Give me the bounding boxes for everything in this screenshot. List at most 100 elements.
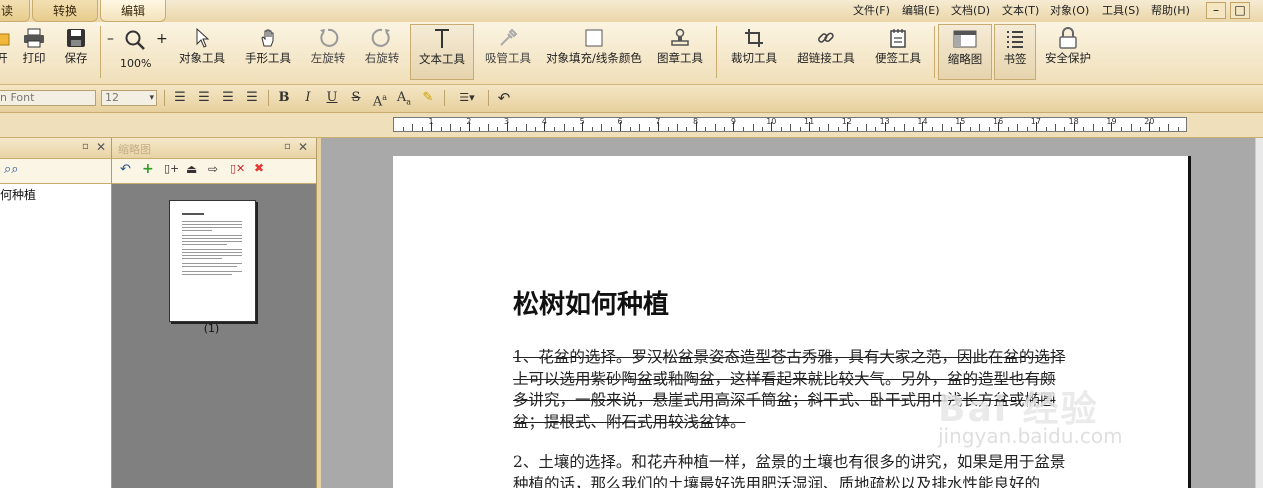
note-tool-label: 便签工具 xyxy=(875,51,921,65)
undo-icon[interactable]: ↶ xyxy=(494,89,514,107)
align-left-icon[interactable]: ☰ xyxy=(170,89,190,107)
menu-tools[interactable]: 工具(S) xyxy=(1102,0,1140,22)
ruler-minor-tick xyxy=(1158,127,1160,131)
export-page-icon[interactable]: ⇨ xyxy=(208,162,218,176)
ruler-minor-tick xyxy=(1017,124,1019,131)
rotate-right-label: 右旋转 xyxy=(364,51,400,65)
paragraph-spacing-icon[interactable]: ☰▾ xyxy=(452,89,482,107)
align-center-icon[interactable]: ☰ xyxy=(194,89,214,107)
open-button[interactable]: 开 xyxy=(0,24,12,80)
ruler-minor-tick xyxy=(1007,127,1009,131)
folder-icon xyxy=(0,24,12,52)
stamp-tool-button[interactable]: 图章工具 xyxy=(652,24,708,80)
ruler-minor-tick xyxy=(525,124,527,131)
link-icon xyxy=(792,24,860,52)
security-button[interactable]: 安全保护 xyxy=(1040,24,1096,80)
eyedropper-icon xyxy=(480,24,536,52)
highlighter-icon[interactable]: ✎ xyxy=(418,89,438,107)
delete-page-icon[interactable]: ✖ xyxy=(254,161,264,175)
print-button[interactable]: 打印 xyxy=(16,24,52,80)
ruler-tick-label: 14 xyxy=(917,117,928,126)
list-icon xyxy=(995,25,1035,53)
ruler-minor-tick xyxy=(412,124,414,131)
crop-tool-button[interactable]: 裁切工具 xyxy=(726,24,782,80)
menu-edit[interactable]: 编辑(E) xyxy=(902,0,940,22)
ruler-minor-tick xyxy=(639,124,641,131)
eyedropper-button[interactable]: 吸管工具 xyxy=(480,24,536,80)
strikethrough-icon[interactable]: S xyxy=(346,89,366,107)
rotate-left-button[interactable]: 左旋转 xyxy=(304,24,352,80)
tab-edit[interactable]: 编辑 xyxy=(100,0,166,22)
rotate-page-icon[interactable]: ↶ xyxy=(120,162,131,177)
ruler-tick-label: 2 xyxy=(466,117,472,126)
ruler-tick-label: 12 xyxy=(841,117,852,126)
superscript-icon[interactable]: Aa xyxy=(370,89,390,109)
thumbnail-toggle[interactable]: 缩略图 xyxy=(938,24,992,80)
menu-object[interactable]: 对象(O) xyxy=(1050,0,1089,22)
maximize-button[interactable]: □ xyxy=(1230,2,1250,19)
align-justify-icon[interactable]: ☰ xyxy=(242,89,262,107)
align-right-icon[interactable]: ☰ xyxy=(218,89,238,107)
thumbnail-icon xyxy=(939,25,991,53)
ruler-minor-tick xyxy=(1121,127,1123,131)
document-view[interactable]: 松树如何种植 1、花盆的选择。罗汉松盆景姿态造型苍古秀雅，具有大家之范，因此在盆… xyxy=(321,138,1263,488)
bold-icon[interactable]: B xyxy=(274,89,294,107)
find-icon[interactable]: ⌕⌕ xyxy=(4,162,19,177)
font-family-select[interactable]: n Font xyxy=(0,90,96,106)
print-label: 打印 xyxy=(22,51,46,65)
bookmark-toggle[interactable]: 书签 xyxy=(994,24,1036,80)
menu-document[interactable]: 文档(D) xyxy=(951,0,990,22)
fill-color-button[interactable]: 对象填充/线条颜色 xyxy=(546,24,642,80)
delete-pages-icon[interactable]: ▯✕ xyxy=(230,162,245,175)
ruler-minor-tick xyxy=(762,127,764,131)
ruler-minor-tick xyxy=(478,127,480,131)
ruler-minor-tick xyxy=(554,127,556,131)
rotate-right-button[interactable]: 右旋转 xyxy=(358,24,406,80)
note-icon xyxy=(870,24,926,52)
ruler-minor-tick xyxy=(573,127,575,131)
ruler-minor-tick xyxy=(818,127,820,131)
magnifier-icon[interactable] xyxy=(124,29,146,54)
menu-text[interactable]: 文本(T) xyxy=(1002,0,1039,22)
pin-icon[interactable]: ▫ xyxy=(82,141,89,152)
insert-from-file-icon[interactable]: ▯+ xyxy=(164,162,179,175)
stamp-icon xyxy=(652,24,708,52)
link-tool-button[interactable]: 超链接工具 xyxy=(792,24,860,80)
text-tool-button[interactable]: 文本工具 xyxy=(410,24,474,80)
zoom-level[interactable]: 100% xyxy=(120,57,151,70)
font-size-select[interactable]: 12 ▾ xyxy=(101,90,157,106)
thumbnail-panel-header: 缩略图 ▫ ✕ xyxy=(112,138,316,159)
paragraph-2[interactable]: 2、土壤的选择。和花卉种植一样，盆景的土壤也有很多的讲究，如果是用于盆景种植的话… xyxy=(513,452,1066,488)
ruler-tick-label: 7 xyxy=(655,117,661,126)
pin-icon[interactable]: ▫ xyxy=(284,141,291,152)
document-title[interactable]: 松树如何种植 xyxy=(513,284,669,321)
ruler-minor-tick xyxy=(913,127,915,131)
vertical-scrollbar[interactable] xyxy=(1255,138,1263,488)
hand-tool-button[interactable]: 手形工具 xyxy=(240,24,296,80)
underline-icon[interactable]: U xyxy=(322,89,342,107)
minimize-button[interactable]: – xyxy=(1206,2,1226,19)
close-icon[interactable]: ✕ xyxy=(96,140,106,154)
subscript-icon[interactable]: Aa xyxy=(394,89,414,107)
page-thumbnail[interactable] xyxy=(169,200,256,322)
ruler-minor-tick xyxy=(667,127,669,131)
menu-file[interactable]: 文件(F) xyxy=(853,0,890,22)
italic-icon[interactable]: I xyxy=(298,89,318,107)
horizontal-ruler[interactable]: 1 2 3 4 5 6 7 8 9 10 11 12 13 14 15 16 17 18 19 20 xyxy=(393,117,1187,132)
close-icon[interactable]: ✕ xyxy=(298,140,308,154)
tab-read[interactable]: 读 xyxy=(0,0,30,22)
zoom-in-button[interactable]: + xyxy=(156,31,168,47)
object-tool-button[interactable]: 对象工具 xyxy=(174,24,230,80)
bookmark-item[interactable]: 何种植 xyxy=(0,186,36,203)
ribbon-toolbar: 开 打印 保存 – + 100% 对象工具 手形工具 左旋转 右旋转 文本工具 … xyxy=(0,22,1263,85)
save-button[interactable]: 保存 xyxy=(58,24,94,80)
floppy-icon xyxy=(58,24,94,52)
ruler-minor-tick xyxy=(988,127,990,131)
tab-convert[interactable]: 转换 xyxy=(32,0,98,22)
note-tool-button[interactable]: 便签工具 xyxy=(870,24,926,80)
insert-page-icon[interactable]: + xyxy=(142,161,154,177)
pointer-icon xyxy=(174,24,230,52)
extract-page-icon[interactable]: ⏏ xyxy=(186,162,197,176)
zoom-out-button[interactable]: – xyxy=(107,31,114,47)
menu-help[interactable]: 帮助(H) xyxy=(1151,0,1190,22)
